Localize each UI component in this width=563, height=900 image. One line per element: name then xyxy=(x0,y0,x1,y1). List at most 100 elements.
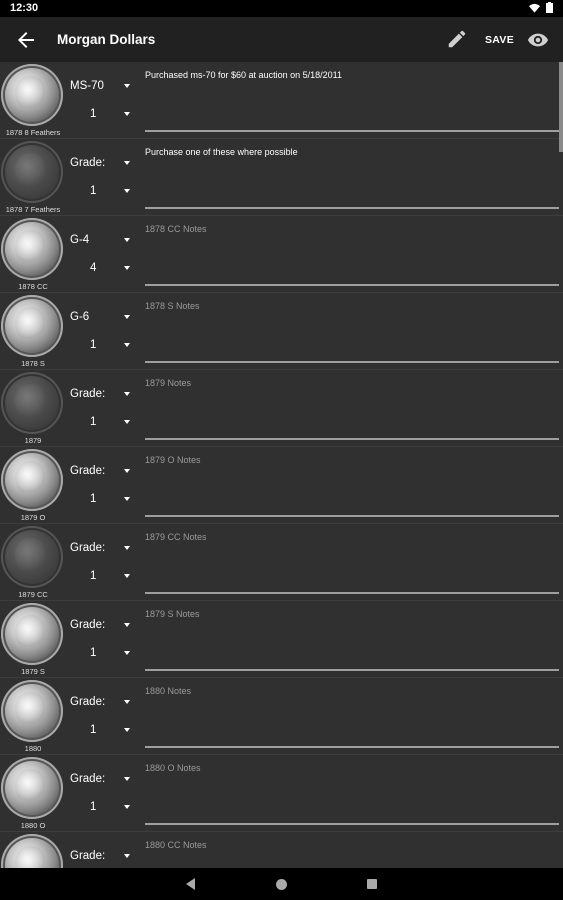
notes-text: Purchase one of these where possible xyxy=(145,147,298,157)
dropdown-arrow-icon xyxy=(124,420,130,424)
notes-underline xyxy=(145,592,559,594)
quantity-dropdown[interactable]: 1 xyxy=(70,416,132,436)
quantity-value: 1 xyxy=(90,185,97,197)
quantity-dropdown[interactable]: 4 xyxy=(70,262,132,282)
grade-value: Grade: xyxy=(70,773,106,785)
quantity-dropdown[interactable]: 1 xyxy=(70,185,132,205)
nav-back-icon[interactable] xyxy=(186,878,195,890)
list-item: 1879 S Grade: 1 1879 S Notes xyxy=(0,601,563,678)
notes-field[interactable]: Purchase one of these where possible xyxy=(145,147,559,209)
coin-label: 1879 CC xyxy=(18,590,48,599)
grade-dropdown[interactable]: Grade: xyxy=(70,773,132,793)
grade-dropdown[interactable]: G-6 xyxy=(70,311,132,331)
grade-dropdown[interactable]: Grade: xyxy=(70,850,132,868)
grade-dropdown[interactable]: Grade: xyxy=(70,696,132,716)
grade-value: G-4 xyxy=(70,234,90,246)
notes-field[interactable]: 1880 CC Notes xyxy=(145,840,559,868)
quantity-dropdown[interactable]: 1 xyxy=(70,339,132,359)
notes-field[interactable]: 1879 CC Notes xyxy=(145,532,559,594)
coin-image[interactable] xyxy=(1,64,63,126)
grade-value: G-6 xyxy=(70,311,90,323)
quantity-dropdown[interactable]: 1 xyxy=(70,647,132,667)
notes-field[interactable]: 1880 Notes xyxy=(145,686,559,748)
nav-home-icon[interactable] xyxy=(276,879,287,890)
coin-label: 1878 S xyxy=(21,359,45,368)
coin-label: 1879 S xyxy=(21,667,45,676)
dropdown-arrow-icon xyxy=(124,728,130,732)
coin-image[interactable] xyxy=(1,603,63,665)
notes-underline xyxy=(145,207,559,209)
page-title: Morgan Dollars xyxy=(57,32,156,47)
grade-value: Grade: xyxy=(70,388,106,400)
grade-dropdown[interactable]: Grade: xyxy=(70,465,132,485)
coin-label: 1878 CC xyxy=(18,282,48,291)
notes-field[interactable]: Purchased ms-70 for $60 at auction on 5/… xyxy=(145,70,559,132)
dropdown-arrow-icon xyxy=(124,574,130,578)
nav-recents-icon[interactable] xyxy=(367,879,377,889)
coin-image[interactable] xyxy=(1,449,63,511)
quantity-dropdown[interactable]: 1 xyxy=(70,724,132,744)
wifi-icon xyxy=(529,3,540,13)
notes-text: 1880 Notes xyxy=(145,686,192,696)
quantity-value: 1 xyxy=(90,570,97,582)
quantity-dropdown[interactable]: 1 xyxy=(70,493,132,513)
dropdown-arrow-icon xyxy=(124,546,130,550)
list-item: 1878 CC G-4 4 1878 CC Notes xyxy=(0,216,563,293)
status-icons xyxy=(529,2,553,13)
scrollbar[interactable] xyxy=(559,62,563,152)
notes-field[interactable]: 1878 CC Notes xyxy=(145,224,559,286)
notes-text: 1878 S Notes xyxy=(145,301,200,311)
grade-dropdown[interactable]: Grade: xyxy=(70,388,132,408)
quantity-value: 1 xyxy=(90,647,97,659)
notes-text: 1878 CC Notes xyxy=(145,224,207,234)
dropdown-arrow-icon xyxy=(124,84,130,88)
list-item: 1879 O Grade: 1 1879 O Notes xyxy=(0,447,563,524)
notes-text: 1880 CC Notes xyxy=(145,840,207,850)
coin-image[interactable] xyxy=(1,295,63,357)
dropdown-arrow-icon xyxy=(124,112,130,116)
dropdown-arrow-icon xyxy=(124,315,130,319)
coin-image[interactable] xyxy=(1,218,63,280)
grade-dropdown[interactable]: Grade: xyxy=(70,619,132,639)
coin-image[interactable] xyxy=(1,680,63,742)
quantity-dropdown[interactable]: 1 xyxy=(70,108,132,128)
coin-list[interactable]: 1878 8 Feathers MS-70 1 Purchased ms-70 … xyxy=(0,62,563,868)
quantity-dropdown[interactable]: 1 xyxy=(70,570,132,590)
system-nav-bar xyxy=(0,868,563,900)
notes-field[interactable]: 1878 S Notes xyxy=(145,301,559,363)
grade-value: MS-70 xyxy=(70,80,104,92)
save-button[interactable]: SAVE xyxy=(485,34,514,46)
coin-image[interactable] xyxy=(1,372,63,434)
quantity-value: 1 xyxy=(90,493,97,505)
grade-dropdown[interactable]: G-4 xyxy=(70,234,132,254)
coin-image[interactable] xyxy=(1,526,63,588)
quantity-value: 4 xyxy=(90,262,97,274)
coin-image[interactable] xyxy=(1,141,63,203)
grade-value: Grade: xyxy=(70,619,106,631)
grade-value: Grade: xyxy=(70,157,106,169)
grade-value: Grade: xyxy=(70,696,106,708)
coin-label: 1878 7 Feathers xyxy=(5,205,61,214)
notes-underline xyxy=(145,438,559,440)
quantity-dropdown[interactable]: 1 xyxy=(70,801,132,821)
status-bar: 12:30 xyxy=(0,0,563,17)
notes-field[interactable]: 1879 O Notes xyxy=(145,455,559,517)
arrow-back-icon[interactable] xyxy=(14,28,38,52)
notes-underline xyxy=(145,669,559,671)
grade-dropdown[interactable]: MS-70 xyxy=(70,80,132,100)
notes-field[interactable]: 1879 Notes xyxy=(145,378,559,440)
quantity-value: 1 xyxy=(90,416,97,428)
grade-value: Grade: xyxy=(70,465,106,477)
dropdown-arrow-icon xyxy=(124,805,130,809)
eye-icon[interactable] xyxy=(527,29,549,51)
notes-field[interactable]: 1879 S Notes xyxy=(145,609,559,671)
coin-image[interactable] xyxy=(1,757,63,819)
grade-dropdown[interactable]: Grade: xyxy=(70,157,132,177)
coin-image[interactable] xyxy=(1,834,63,868)
dropdown-arrow-icon xyxy=(124,497,130,501)
grade-dropdown[interactable]: Grade: xyxy=(70,542,132,562)
notes-field[interactable]: 1880 O Notes xyxy=(145,763,559,825)
pencil-icon[interactable] xyxy=(446,28,468,50)
quantity-value: 1 xyxy=(90,724,97,736)
dropdown-arrow-icon xyxy=(124,189,130,193)
